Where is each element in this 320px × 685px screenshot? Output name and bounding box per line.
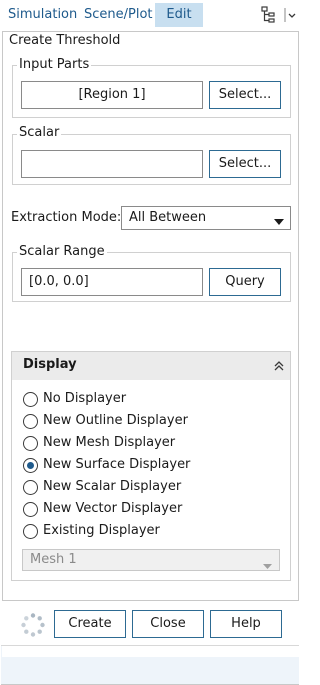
radio-button-checked[interactable] [23,457,38,473]
radio-label: New Vector Displayer [43,501,183,516]
help-button[interactable]: Help [210,610,282,638]
tab-scene-plot[interactable]: Scene/Plot [77,3,160,27]
radio-button[interactable] [23,391,38,407]
tab-simulation[interactable]: Simulation [1,3,84,27]
radio-new-surface-displayer[interactable]: New Surface Displayer [23,455,190,475]
radio-label: New Outline Displayer [43,413,188,428]
status-area-top [2,646,299,657]
panel-title: Create Threshold [9,33,121,48]
input-parts-label: Input Parts [17,57,92,72]
display-title: Display [23,357,77,372]
scalar-range-label: Scalar Range [17,244,107,259]
close-button[interactable]: Close [132,610,204,638]
double-chevron-up-icon[interactable] [272,359,286,373]
radio-new-scalar-displayer[interactable]: New Scalar Displayer [23,477,181,497]
chevron-down-icon[interactable] [284,6,298,24]
radio-button[interactable] [23,501,38,517]
radio-no-displayer[interactable]: No Displayer [23,389,126,409]
scalar-field[interactable] [21,150,203,178]
extraction-mode-label: Extraction Mode: [11,210,122,225]
radio-button[interactable] [23,523,38,539]
radio-label: New Scalar Displayer [43,479,182,494]
extraction-mode-value: All Between [129,210,207,225]
query-button[interactable]: Query [209,268,281,296]
loading-spinner-icon [20,612,46,638]
create-button[interactable]: Create [54,610,126,638]
radio-button[interactable] [23,479,38,495]
radio-new-vector-displayer[interactable]: New Vector Displayer [23,499,182,519]
tab-edit[interactable]: Edit [155,3,203,27]
existing-displayer-select: Mesh 1 [22,549,280,571]
scalar-range-field[interactable]: [0.0, 0.0] [21,268,203,296]
tree-view-icon[interactable] [260,6,278,24]
radio-button[interactable] [23,413,38,429]
dropdown-arrow-icon [263,557,272,577]
radio-label: No Displayer [43,391,127,406]
extraction-mode-select[interactable]: All Between [121,206,291,230]
scalar-select-button[interactable]: Select... [209,150,281,178]
radio-existing-displayer[interactable]: Existing Displayer [23,521,160,541]
input-parts-field[interactable]: [Region 1] [21,81,203,109]
scalar-label: Scalar [17,125,62,140]
input-parts-select-button[interactable]: Select... [209,81,281,109]
radio-label: New Surface Displayer [43,457,191,472]
existing-displayer-value: Mesh 1 [30,552,77,567]
radio-label: Existing Displayer [43,523,160,538]
radio-new-mesh-displayer[interactable]: New Mesh Displayer [23,433,175,453]
dropdown-arrow-icon [274,215,284,230]
radio-button[interactable] [23,435,38,451]
radio-label: New Mesh Displayer [43,435,176,450]
radio-new-outline-displayer[interactable]: New Outline Displayer [23,411,188,431]
